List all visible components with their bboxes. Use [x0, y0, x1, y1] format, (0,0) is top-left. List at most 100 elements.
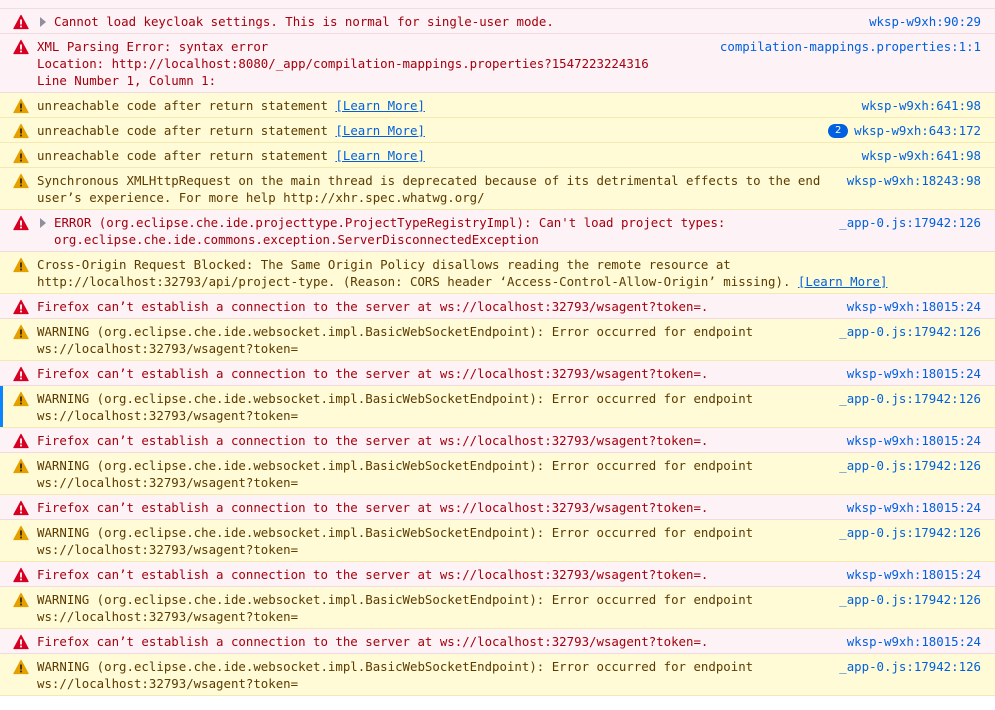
message-text: WARNING (org.eclipse.che.ide.websocket.i… [37, 525, 761, 557]
source-location: _app-0.js:17942:126 [839, 524, 981, 541]
warning-icon [13, 148, 29, 164]
learn-more-link[interactable]: [Learn More] [798, 274, 888, 289]
console-error-message[interactable]: Firefox can’t establish a connection to … [0, 495, 995, 520]
message-body: WARNING (org.eclipse.che.ide.websocket.i… [37, 658, 821, 692]
console-warning-message[interactable]: WARNING (org.eclipse.che.ide.websocket.i… [0, 587, 995, 629]
message-text: unreachable code after return statement [37, 98, 336, 113]
message-body: Cannot load keycloak settings. This is n… [37, 13, 851, 30]
message-body: unreachable code after return statement … [37, 97, 844, 114]
source-link[interactable]: _app-0.js:17942:126 [839, 591, 981, 608]
console-error-message[interactable]: Firefox can’t establish a connection to … [0, 562, 995, 587]
console-warning-message[interactable]: Synchronous XMLHttpRequest on the main t… [0, 168, 995, 210]
expand-arrow-icon[interactable] [37, 15, 49, 29]
warning-icon [13, 257, 29, 273]
console-warning-message[interactable]: WARNING (org.eclipse.che.ide.websocket.i… [0, 453, 995, 495]
source-location: wksp-w9xh:18015:24 [847, 365, 981, 382]
console-error-message[interactable]: ERROR (org.eclipse.che.ide.projecttype.P… [0, 210, 995, 252]
warning-icon [13, 458, 29, 474]
source-location: wksp-w9xh:641:98 [862, 147, 981, 164]
message-body: WARNING (org.eclipse.che.ide.websocket.i… [37, 390, 821, 424]
learn-more-link[interactable]: [Learn More] [335, 148, 425, 163]
error-icon [13, 14, 29, 30]
message-body: unreachable code after return statement … [37, 122, 810, 139]
console-message-list: Cannot load keycloak settings. This is n… [0, 9, 995, 696]
source-link[interactable]: _app-0.js:17942:126 [839, 323, 981, 340]
warning-icon [13, 592, 29, 608]
repeat-count-badge: 2 [828, 123, 849, 138]
source-link[interactable]: _app-0.js:17942:126 [839, 524, 981, 541]
source-location: _app-0.js:17942:126 [839, 214, 981, 231]
console-error-message[interactable]: Firefox can’t establish a connection to … [0, 629, 995, 654]
source-location: wksp-w9xh:18015:24 [847, 633, 981, 650]
console-error-message[interactable]: Firefox can’t establish a connection to … [0, 428, 995, 453]
source-link[interactable]: _app-0.js:17942:126 [839, 658, 981, 675]
message-body: XML Parsing Error: syntax error Location… [37, 38, 702, 89]
console-error-message[interactable]: Firefox can’t establish a connection to … [0, 294, 995, 319]
message-text: unreachable code after return statement [37, 123, 336, 138]
console-error-message[interactable]: Firefox can’t establish a connection to … [0, 361, 995, 386]
source-link[interactable]: compilation-mappings.properties:1:1 [720, 38, 981, 55]
source-link[interactable]: wksp-w9xh:90:29 [869, 13, 981, 30]
warning-icon [13, 123, 29, 139]
source-link[interactable]: wksp-w9xh:18015:24 [847, 432, 981, 449]
console-warning-message[interactable]: WARNING (org.eclipse.che.ide.websocket.i… [0, 319, 995, 361]
message-body: WARNING (org.eclipse.che.ide.websocket.i… [37, 457, 821, 491]
message-body: Cross-Origin Request Blocked: The Same O… [37, 256, 981, 290]
source-link[interactable]: _app-0.js:17942:126 [839, 214, 981, 231]
learn-more-link[interactable]: [Learn More] [335, 123, 425, 138]
message-text: WARNING (org.eclipse.che.ide.websocket.i… [37, 592, 761, 624]
message-text: WARNING (org.eclipse.che.ide.websocket.i… [37, 391, 761, 423]
console-error-message[interactable]: XML Parsing Error: syntax error Location… [0, 34, 995, 93]
console-error-message[interactable]: Cannot load keycloak settings. This is n… [0, 9, 995, 34]
source-link[interactable]: wksp-w9xh:641:98 [862, 97, 981, 114]
source-link[interactable]: wksp-w9xh:18015:24 [847, 298, 981, 315]
source-link[interactable]: wksp-w9xh:18015:24 [847, 566, 981, 583]
source-location: wksp-w9xh:18015:24 [847, 298, 981, 315]
console-warning-message[interactable]: Cross-Origin Request Blocked: The Same O… [0, 252, 995, 294]
source-link[interactable]: wksp-w9xh:18243:98 [847, 172, 981, 189]
source-location: compilation-mappings.properties:1:1 [720, 38, 981, 55]
message-text: Firefox can’t establish a connection to … [37, 500, 709, 515]
source-link[interactable]: wksp-w9xh:18015:24 [847, 499, 981, 516]
source-location: wksp-w9xh:18015:24 [847, 566, 981, 583]
message-body: Firefox can’t establish a connection to … [37, 633, 829, 650]
message-body: WARNING (org.eclipse.che.ide.websocket.i… [37, 591, 821, 625]
source-link[interactable]: wksp-w9xh:18015:24 [847, 633, 981, 650]
console-warning-message[interactable]: unreachable code after return statement … [0, 143, 995, 168]
source-link[interactable]: _app-0.js:17942:126 [839, 457, 981, 474]
source-location: 2 wksp-w9xh:643:172 [828, 122, 981, 139]
message-body: unreachable code after return statement … [37, 147, 844, 164]
error-icon [13, 634, 29, 650]
expand-arrow-icon[interactable] [37, 216, 49, 230]
source-location: _app-0.js:17942:126 [839, 658, 981, 675]
learn-more-link[interactable]: [Learn More] [335, 98, 425, 113]
source-location: wksp-w9xh:18015:24 [847, 499, 981, 516]
message-body: ERROR (org.eclipse.che.ide.projecttype.P… [37, 214, 821, 248]
console-warning-message[interactable]: WARNING (org.eclipse.che.ide.websocket.i… [0, 386, 995, 428]
console-warning-message[interactable]: WARNING (org.eclipse.che.ide.websocket.i… [0, 520, 995, 562]
source-location: _app-0.js:17942:126 [839, 591, 981, 608]
message-text: Firefox can’t establish a connection to … [37, 299, 709, 314]
source-link[interactable]: wksp-w9xh:641:98 [862, 147, 981, 164]
console-warning-message[interactable]: unreachable code after return statement … [0, 118, 995, 143]
message-text: WARNING (org.eclipse.che.ide.websocket.i… [37, 458, 761, 490]
message-text: unreachable code after return statement [37, 148, 336, 163]
message-text: Cannot load keycloak settings. This is n… [54, 14, 554, 29]
source-location: _app-0.js:17942:126 [839, 390, 981, 407]
message-body: WARNING (org.eclipse.che.ide.websocket.i… [37, 524, 821, 558]
message-body: Firefox can’t establish a connection to … [37, 432, 829, 449]
source-link[interactable]: _app-0.js:17942:126 [839, 390, 981, 407]
warning-icon [13, 98, 29, 114]
message-body: Synchronous XMLHttpRequest on the main t… [37, 172, 829, 206]
error-icon [13, 567, 29, 583]
source-link[interactable]: wksp-w9xh:18015:24 [847, 365, 981, 382]
message-text: XML Parsing Error: syntax error Location… [37, 39, 649, 88]
error-icon [13, 366, 29, 382]
warning-icon [13, 324, 29, 340]
source-link[interactable]: wksp-w9xh:643:172 [854, 122, 981, 139]
error-icon [13, 500, 29, 516]
previous-row-edge [0, 0, 995, 9]
console-warning-message[interactable]: WARNING (org.eclipse.che.ide.websocket.i… [0, 654, 995, 696]
console-warning-message[interactable]: unreachable code after return statement … [0, 93, 995, 118]
warning-icon [13, 173, 29, 189]
